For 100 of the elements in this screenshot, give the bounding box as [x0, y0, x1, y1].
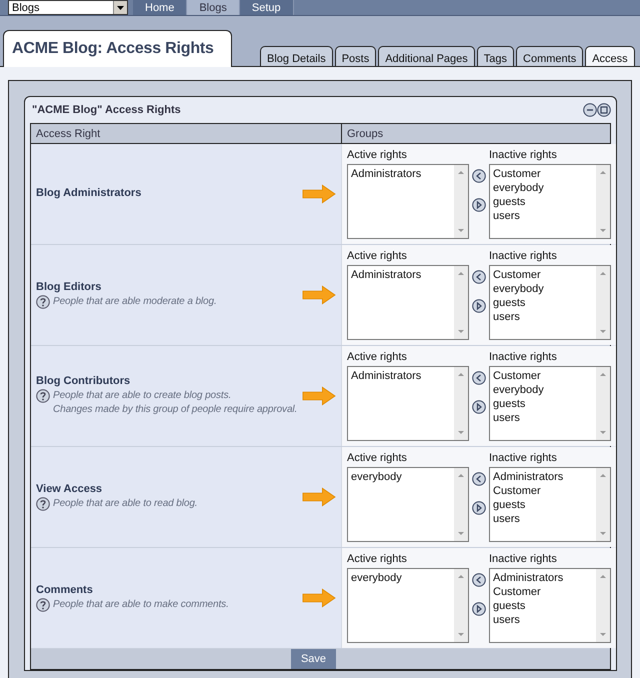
- scroll-bar[interactable]: [596, 468, 610, 541]
- access-right-name: Blog Contributors: [36, 375, 132, 387]
- list-item[interactable]: guests: [493, 296, 593, 310]
- list-item[interactable]: Administrators: [351, 167, 451, 181]
- move-left-icon[interactable]: [472, 573, 486, 587]
- list-item[interactable]: guests: [493, 195, 593, 209]
- minimize-icon[interactable]: [583, 103, 597, 117]
- scroll-bar[interactable]: [596, 569, 610, 642]
- section-select[interactable]: Blogs: [8, 0, 128, 15]
- scroll-bar[interactable]: [596, 165, 610, 238]
- scroll-bar[interactable]: [454, 266, 468, 339]
- description: People that are able moderate a blog.: [53, 295, 217, 309]
- tab[interactable]: Blog Details: [260, 46, 333, 66]
- list-label: Active rights: [347, 452, 408, 465]
- dropdown-icon[interactable]: [113, 1, 127, 14]
- list-item[interactable]: users: [493, 209, 593, 223]
- nav-tab[interactable]: Blogs: [187, 0, 240, 15]
- access-right-name: Blog Editors: [36, 281, 102, 293]
- help-icon[interactable]: [36, 389, 50, 403]
- access-right-name: Comments: [36, 584, 94, 596]
- arrow-icon: [301, 487, 337, 507]
- list-label: Inactive rights: [489, 250, 558, 263]
- list-box[interactable]: Administrators Customer guests users: [489, 467, 611, 542]
- list-label: Inactive rights: [489, 351, 558, 364]
- list-item[interactable]: users: [493, 512, 593, 526]
- description: People that are able to read blog.: [53, 497, 198, 511]
- scroll-bar[interactable]: [454, 569, 468, 642]
- help-icon[interactable]: [36, 598, 50, 612]
- save-button[interactable]: Save: [290, 649, 336, 669]
- list-item[interactable]: Administrators: [493, 571, 593, 585]
- list-box[interactable]: Customer everybody guests users: [489, 164, 611, 239]
- arrow-icon: [301, 588, 337, 608]
- tab[interactable]: Tags: [476, 46, 514, 66]
- scroll-bar[interactable]: [454, 468, 468, 541]
- list-item[interactable]: users: [493, 310, 593, 324]
- list-box[interactable]: Customer everybody guests users: [489, 265, 611, 340]
- arrow-icon: [301, 285, 337, 305]
- scroll-bar[interactable]: [596, 266, 610, 339]
- list-box[interactable]: Administrators: [347, 366, 469, 441]
- arrow-icon: [301, 386, 337, 406]
- panel-title: "ACME Blog" Access Rights: [32, 104, 181, 116]
- maximize-icon[interactable]: [597, 103, 611, 117]
- list-label: Active rights: [347, 351, 408, 364]
- list-item[interactable]: Customer: [493, 268, 593, 282]
- scroll-bar[interactable]: [454, 367, 468, 440]
- description: People that are able to make comments.: [53, 598, 229, 612]
- list-label: Active rights: [347, 149, 408, 162]
- move-right-icon[interactable]: [472, 400, 486, 414]
- list-item[interactable]: guests: [493, 397, 593, 411]
- scroll-bar[interactable]: [596, 367, 610, 440]
- move-left-icon[interactable]: [472, 472, 486, 486]
- list-item[interactable]: Customer: [493, 167, 593, 181]
- list-box[interactable]: everybody: [347, 467, 469, 542]
- list-item[interactable]: Administrators: [493, 470, 593, 484]
- scroll-bar[interactable]: [454, 165, 468, 238]
- column-header: Groups: [346, 126, 384, 142]
- list-label: Active rights: [347, 553, 408, 566]
- move-right-icon[interactable]: [472, 299, 486, 313]
- help-icon[interactable]: [36, 497, 50, 511]
- tab[interactable]: Comments: [516, 46, 584, 66]
- list-box[interactable]: Customer everybody guests users: [489, 366, 611, 441]
- list-box[interactable]: Administrators: [347, 164, 469, 239]
- column-header: Access Right: [31, 124, 342, 143]
- list-item[interactable]: Customer: [493, 484, 593, 498]
- tab[interactable]: Posts: [334, 46, 376, 66]
- list-label: Active rights: [347, 250, 408, 263]
- list-item[interactable]: everybody: [351, 470, 451, 484]
- list-item[interactable]: guests: [493, 599, 593, 613]
- arrow-icon: [301, 184, 337, 204]
- nav-tab[interactable]: Home: [133, 0, 188, 15]
- description: People that are able to create blog posts. Changes made by this group of people require approval.: [53, 389, 298, 417]
- move-left-icon[interactable]: [472, 371, 486, 385]
- list-label: Inactive rights: [489, 452, 558, 465]
- list-item[interactable]: everybody: [493, 282, 593, 296]
- list-item[interactable]: Customer: [493, 369, 593, 383]
- nav-tab[interactable]: Setup: [240, 0, 294, 15]
- list-label: Inactive rights: [489, 149, 558, 162]
- access-right-name: Blog Administrators: [36, 187, 142, 199]
- tab[interactable]: Additional Pages: [378, 46, 475, 66]
- list-item[interactable]: Administrators: [351, 268, 451, 282]
- list-box[interactable]: everybody: [347, 568, 469, 643]
- access-right-name: View Access: [36, 483, 104, 495]
- list-item[interactable]: guests: [493, 498, 593, 512]
- help-icon[interactable]: [36, 295, 50, 309]
- list-item[interactable]: everybody: [493, 383, 593, 397]
- list-item[interactable]: users: [493, 613, 593, 627]
- list-box[interactable]: Administrators: [347, 265, 469, 340]
- move-right-icon[interactable]: [472, 602, 486, 616]
- list-item[interactable]: everybody: [493, 181, 593, 195]
- tab[interactable]: Access: [585, 46, 635, 66]
- list-item[interactable]: Administrators: [351, 369, 451, 383]
- move-left-icon[interactable]: [472, 270, 486, 284]
- move-right-icon[interactable]: [472, 198, 486, 212]
- list-box[interactable]: Administrators Customer guests users: [489, 568, 611, 643]
- move-right-icon[interactable]: [472, 501, 486, 515]
- move-left-icon[interactable]: [472, 169, 486, 183]
- list-item[interactable]: everybody: [351, 571, 451, 585]
- list-item[interactable]: Customer: [493, 585, 593, 599]
- list-item[interactable]: users: [493, 411, 593, 425]
- list-label: Inactive rights: [489, 553, 558, 566]
